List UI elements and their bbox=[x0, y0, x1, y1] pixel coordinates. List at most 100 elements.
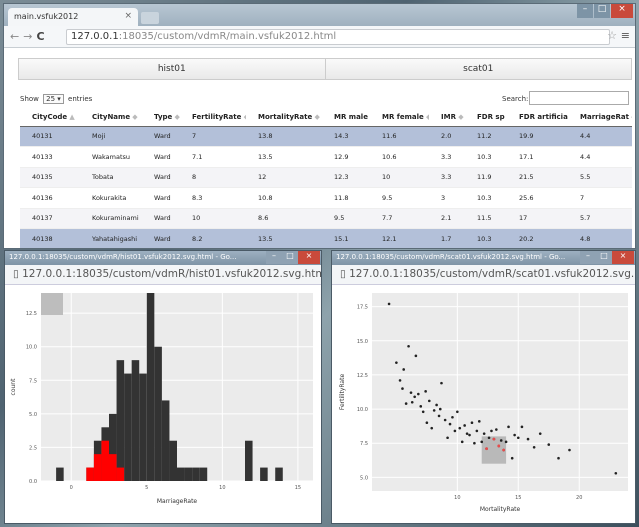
entries-label: entries bbox=[68, 95, 93, 103]
table-cell: 20.2 bbox=[507, 228, 568, 248]
histogram-bar bbox=[199, 467, 208, 481]
table-cell: 13.5 bbox=[246, 228, 322, 248]
column-header[interactable]: FDR sp ◆ bbox=[465, 108, 507, 127]
column-header-label: CityName bbox=[92, 112, 131, 121]
table-row[interactable]: 40137 Kokuraminami Ward 10 8.6 9.5 7.7 2.1 11.5 1… bbox=[20, 208, 632, 229]
reload-icon[interactable]: C bbox=[36, 30, 48, 43]
column-header[interactable]: FertilityRate ◆ bbox=[180, 108, 246, 127]
histogram-bar bbox=[154, 346, 162, 481]
column-header[interactable]: IMR ◆ bbox=[429, 108, 465, 127]
column-header[interactable]: FDR artificial ◆ bbox=[507, 108, 568, 127]
x-tick-label: 15 bbox=[515, 495, 521, 501]
table-cell: 21.5 bbox=[507, 167, 568, 188]
column-header[interactable]: CityCode ▲ bbox=[20, 108, 80, 127]
table-row[interactable]: 40138 Yahatahigashi Ward 8.2 13.5 15.1 12.1 1.7… bbox=[20, 228, 632, 248]
table-cell: Kokuraminami bbox=[80, 208, 142, 229]
minimize-icon[interactable]: – bbox=[577, 4, 593, 18]
tab-scat01[interactable]: scat01 bbox=[324, 59, 631, 79]
close-window-icon[interactable]: × bbox=[612, 251, 634, 264]
column-header-label: Type bbox=[154, 112, 173, 121]
table-cell: 13.8 bbox=[246, 126, 322, 147]
table-cell: 11.6 bbox=[370, 126, 429, 147]
selected-bar bbox=[86, 467, 94, 481]
minimize-icon[interactable]: – bbox=[266, 251, 282, 264]
histogram-bar bbox=[139, 373, 147, 481]
histogram-bar bbox=[169, 440, 177, 481]
selected-point bbox=[497, 444, 501, 448]
entries-control: Show 25 ▾ entries bbox=[20, 94, 92, 104]
selected-point bbox=[502, 448, 506, 452]
column-header[interactable]: MR male ◆ bbox=[322, 108, 370, 127]
back-icon[interactable]: ← bbox=[10, 30, 23, 43]
minimize-icon[interactable]: – bbox=[580, 251, 596, 264]
hist-address-bar[interactable]: ▯ 127.0.0.1:18035/custom/vdmR/hist01.vsf… bbox=[5, 265, 321, 285]
scatter-point bbox=[414, 354, 418, 358]
histogram-chart[interactable]: 0.0 2.5 5.0 7.5 10.0 12.5 0 5 10 15 MarriageRate co… bbox=[5, 285, 321, 523]
column-header[interactable]: MR female ◆ bbox=[370, 108, 429, 127]
column-header[interactable]: CityName ◆ bbox=[80, 108, 142, 127]
url-host: 127.0.0.1 bbox=[349, 268, 400, 280]
scatter-point bbox=[470, 421, 474, 425]
scatter-point bbox=[510, 456, 514, 460]
scatter-point bbox=[614, 471, 618, 475]
scatter-point bbox=[387, 302, 391, 306]
scatter-chart[interactable]: 5.0 7.5 10.0 12.5 15.0 17.5 10 15 20 MortalityRat… bbox=[332, 285, 635, 523]
tab-hist01[interactable]: hist01 bbox=[19, 59, 325, 79]
url-field[interactable]: 127.0.0.1:18035/custom/vdmR/main.vsfuk20… bbox=[66, 29, 610, 45]
scat-address-bar[interactable]: ▯ 127.0.0.1:18035/custom/vdmR/scat01.vsf… bbox=[332, 265, 635, 285]
column-header[interactable]: Type ◆ bbox=[142, 108, 180, 127]
scatter-point bbox=[460, 440, 464, 444]
sort-icon: ◆ bbox=[172, 112, 180, 121]
menu-icon[interactable]: ≡ bbox=[621, 29, 630, 42]
table-cell: Ward bbox=[142, 146, 180, 168]
y-tick-label: 10.0 bbox=[26, 345, 37, 351]
scatter-point bbox=[430, 426, 434, 430]
table-cell: 40135 bbox=[20, 167, 80, 188]
table-cell: 4.4 bbox=[568, 146, 632, 168]
maximize-icon[interactable]: □ bbox=[282, 251, 298, 264]
url-path: :18035/custom/vdmR/hist01.vsfuk2012.svg.… bbox=[72, 268, 321, 280]
table-cell: Ward bbox=[142, 208, 180, 229]
table-row[interactable]: 40133 Wakamatsu Ward 7.1 13.5 12.9 10.6 3.3 10.3… bbox=[20, 146, 632, 168]
table-header-row: CityCode ▲ CityName ◆ Type ◆ FertilityRate … bbox=[20, 108, 632, 127]
selected-bar bbox=[101, 440, 109, 481]
close-tab-icon[interactable]: × bbox=[124, 11, 132, 21]
column-header[interactable]: MortalityRate ◆ bbox=[246, 108, 322, 127]
hist-plot-area: 0.0 2.5 5.0 7.5 10.0 12.5 0 5 10 15 MarriageRate co… bbox=[5, 285, 321, 523]
table-row[interactable]: 40135 Tobata Ward 8 12 12.3 10 3.3 11.9 21.5 5.5 bbox=[20, 167, 632, 188]
table-cell: 11.5 bbox=[465, 208, 507, 229]
sort-icon: ◆ bbox=[241, 113, 246, 121]
table-cell: 7.7 bbox=[370, 208, 429, 229]
maximize-icon[interactable]: □ bbox=[594, 4, 610, 18]
table-row[interactable]: 40136 Kokurakita Ward 8.3 10.8 11.8 9.5 3 10.3 25… bbox=[20, 187, 632, 209]
selected-point bbox=[492, 437, 496, 441]
scatter-point bbox=[473, 441, 476, 445]
forward-icon[interactable]: → bbox=[23, 30, 36, 43]
selection-brush bbox=[41, 293, 63, 315]
new-tab-button[interactable] bbox=[141, 12, 159, 24]
bookmark-star-icon[interactable]: ☆ bbox=[607, 29, 617, 42]
scatter-point bbox=[477, 420, 481, 423]
sort-icon: ◆ bbox=[424, 113, 429, 121]
selected-bar bbox=[109, 454, 117, 481]
maximize-icon[interactable]: □ bbox=[596, 251, 612, 264]
scatter-point bbox=[409, 391, 413, 394]
table-cell: 10.6 bbox=[370, 146, 429, 168]
entries-select[interactable]: 25 ▾ bbox=[43, 94, 64, 104]
selected-bar bbox=[116, 467, 125, 481]
table-cell: 9.5 bbox=[370, 187, 429, 209]
y-tick-label: 15.0 bbox=[357, 339, 368, 345]
table-row[interactable]: 40131 Moji Ward 7 13.8 14.3 11.6 2.0 11.2 19.9 4.4 bbox=[20, 126, 632, 147]
column-header[interactable]: MarriageRat ◆ bbox=[568, 108, 632, 127]
search-input[interactable] bbox=[529, 91, 629, 105]
page-icon: ▯ bbox=[340, 268, 350, 280]
scatter-point bbox=[463, 424, 466, 427]
browser-tab-main[interactable]: main.vsfuk2012 × bbox=[8, 8, 138, 26]
table-cell: 10 bbox=[370, 167, 429, 188]
column-header-label: FertilityRate bbox=[192, 112, 242, 121]
table-cell: 2.0 bbox=[429, 126, 465, 147]
histogram-bar bbox=[260, 467, 268, 481]
close-window-icon[interactable]: × bbox=[298, 251, 320, 264]
close-window-icon[interactable]: × bbox=[611, 4, 633, 18]
url-host: 127.0.0.1 bbox=[71, 31, 119, 42]
